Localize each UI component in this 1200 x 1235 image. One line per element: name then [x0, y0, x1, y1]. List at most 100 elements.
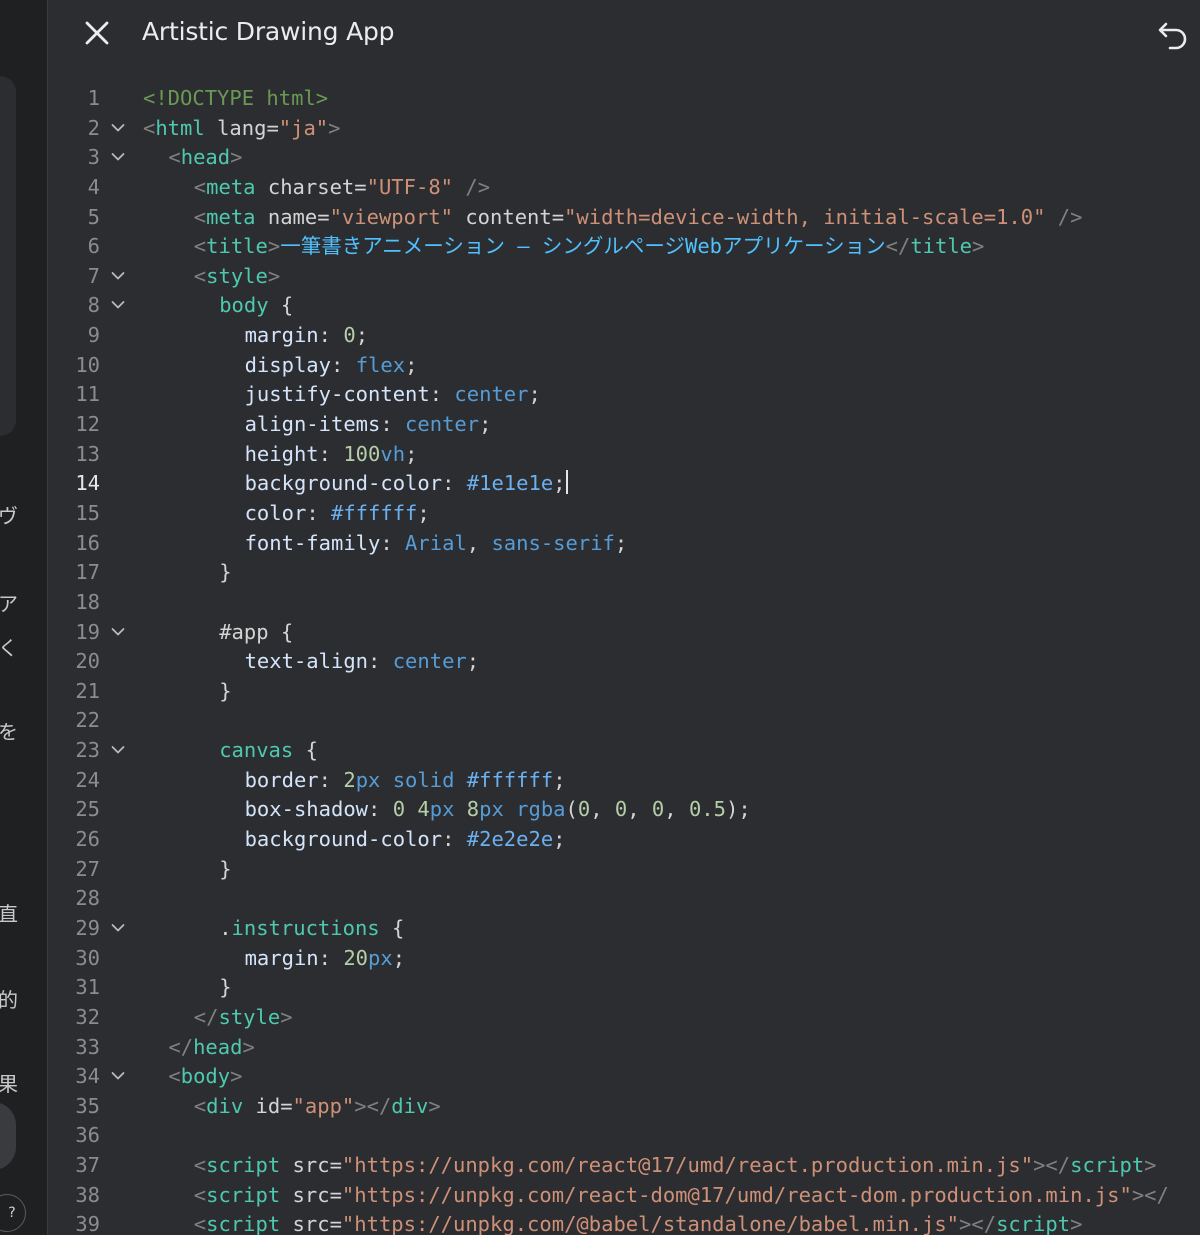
code-line[interactable]: 38 <script src="https://unpkg.com/react-d… — [48, 1181, 1200, 1211]
code-text: display: flex; — [244, 352, 418, 377]
code-text: </style> — [193, 1004, 293, 1029]
code-line[interactable]: 2 <html lang="ja"> — [48, 114, 1200, 144]
line-number: 13 — [75, 441, 100, 466]
code-line[interactable]: 31} — [48, 973, 1200, 1003]
code-text: text-align: center; — [244, 649, 480, 674]
line-number: 26 — [75, 827, 100, 852]
code-line[interactable]: 4 <meta charset="UTF-8" /> — [48, 173, 1200, 203]
code-line[interactable]: 19 #app { — [48, 618, 1200, 648]
line-number: 39 — [75, 1212, 100, 1235]
code-text: <body> — [168, 1064, 243, 1089]
line-number: 34 — [75, 1064, 100, 1089]
line-number: 23 — [75, 738, 100, 763]
code-text: body { — [219, 293, 294, 318]
line-number: 29 — [75, 915, 100, 940]
code-line[interactable]: 26 background-color: #2e2e2e; — [48, 825, 1200, 855]
code-editor[interactable]: 1 <!DOCTYPE html> 2 <html lang="ja"> 3 <head>… — [48, 84, 1200, 1235]
fold-chevron-icon[interactable] — [110, 914, 126, 943]
background-panel — [0, 76, 16, 436]
fold-chevron-icon[interactable] — [110, 618, 126, 647]
code-text: margin: 0; — [244, 323, 369, 348]
text-caret — [565, 470, 568, 495]
line-number: 30 — [75, 945, 100, 970]
line-number: 31 — [75, 975, 100, 1000]
code-text: <script src="https://unpkg.com/react-dom… — [193, 1182, 1169, 1207]
line-number: 21 — [75, 678, 100, 703]
line-number: 15 — [75, 500, 100, 525]
code-text: <script src="https://unpkg.com/react@17/… — [193, 1153, 1157, 1178]
code-text: background-color: #2e2e2e; — [244, 827, 566, 852]
code-line[interactable]: 18 — [48, 588, 1200, 618]
code-line[interactable]: 33 </head> — [48, 1033, 1200, 1063]
fold-chevron-icon[interactable] — [110, 736, 126, 765]
code-line[interactable]: 1 <!DOCTYPE html> — [48, 84, 1200, 114]
background-text-fragment: 直 — [0, 902, 18, 926]
code-line[interactable]: 8 body { — [48, 291, 1200, 321]
code-line[interactable]: 39 <script src="https://unpkg.com/@babel/… — [48, 1210, 1200, 1235]
code-text: </head> — [168, 1034, 255, 1059]
line-number: 14 — [75, 471, 100, 496]
code-line[interactable]: 16 font-family: Arial, sans-serif; — [48, 529, 1200, 559]
line-number: 12 — [75, 412, 100, 437]
code-line[interactable]: 34 <body> — [48, 1062, 1200, 1092]
line-number: 17 — [75, 560, 100, 585]
code-line[interactable]: 25 box-shadow: 0 4px 8px rgba(0, 0, 0, 0.… — [48, 795, 1200, 825]
code-line[interactable]: 24 border: 2px solid #ffffff; — [48, 766, 1200, 796]
line-number: 2 — [87, 115, 100, 140]
line-number: 6 — [87, 234, 100, 259]
line-number: 25 — [75, 797, 100, 822]
code-line[interactable]: 29 .instructions { — [48, 914, 1200, 944]
fold-chevron-icon[interactable] — [110, 1062, 126, 1091]
line-number: 10 — [75, 352, 100, 377]
fold-chevron-icon[interactable] — [110, 143, 126, 172]
fold-chevron-icon[interactable] — [110, 291, 126, 320]
code-text: color: #ffffff; — [244, 500, 430, 525]
code-line[interactable]: 35 <div id="app"></div> — [48, 1092, 1200, 1122]
code-line[interactable]: 7 <style> — [48, 262, 1200, 292]
code-text: margin: 20px; — [244, 945, 406, 970]
code-line[interactable]: 17} — [48, 558, 1200, 588]
background-page-strip: ヴ ア く を 直 的 果 ? — [0, 0, 48, 1235]
code-line[interactable]: 36 — [48, 1121, 1200, 1151]
help-button[interactable]: ? — [0, 1194, 26, 1232]
fold-chevron-icon[interactable] — [110, 114, 126, 143]
line-number: 33 — [75, 1034, 100, 1059]
code-text: <script src="https://unpkg.com/@babel/st… — [193, 1212, 1083, 1235]
code-text: <title>一筆書きアニメーション – シングルページWebアプリケーション<… — [193, 234, 985, 259]
code-line[interactable]: 12 align-items: center; — [48, 410, 1200, 440]
code-line[interactable]: 5 <meta name="viewport" content="width=de… — [48, 203, 1200, 233]
line-number: 22 — [75, 708, 100, 733]
code-line[interactable]: 15 color: #ffffff; — [48, 499, 1200, 529]
code-text: .instructions { — [219, 915, 405, 940]
undo-icon[interactable] — [1156, 16, 1190, 50]
code-line[interactable]: 30 margin: 20px; — [48, 944, 1200, 974]
code-line[interactable]: 28 — [48, 884, 1200, 914]
code-text: border: 2px solid #ffffff; — [244, 767, 566, 792]
code-line[interactable]: 13 height: 100vh; — [48, 440, 1200, 470]
code-line[interactable]: 3 <head> — [48, 143, 1200, 173]
background-round-button[interactable] — [0, 1102, 16, 1170]
code-line[interactable]: 20 text-align: center; — [48, 647, 1200, 677]
line-number: 1 — [87, 86, 100, 110]
fold-chevron-icon[interactable] — [110, 262, 126, 291]
code-line[interactable]: 9 margin: 0; — [48, 321, 1200, 351]
code-line[interactable]: 22 — [48, 706, 1200, 736]
code-line[interactable]: 27} — [48, 855, 1200, 885]
code-line[interactable]: 11 justify-content: center; — [48, 380, 1200, 410]
code-line[interactable]: 32 </style> — [48, 1003, 1200, 1033]
line-number: 32 — [75, 1004, 100, 1029]
line-number: 16 — [75, 530, 100, 555]
background-text-fragment: ヴ — [0, 504, 18, 528]
line-number: 38 — [75, 1182, 100, 1207]
line-number: 35 — [75, 1093, 100, 1118]
code-line[interactable]: 23 canvas { — [48, 736, 1200, 766]
code-text: #app { — [219, 619, 294, 644]
close-icon[interactable] — [82, 18, 112, 48]
code-line[interactable]: 14 background-color: #1e1e1e; — [48, 469, 1200, 499]
code-line[interactable]: 6 <title>一筆書きアニメーション – シングルページWebアプリケーション… — [48, 232, 1200, 262]
code-line[interactable]: 37 <script src="https://unpkg.com/react@1… — [48, 1151, 1200, 1181]
code-text: <style> — [193, 263, 281, 288]
code-line[interactable]: 10 display: flex; — [48, 351, 1200, 381]
code-text: } — [219, 560, 232, 585]
code-line[interactable]: 21} — [48, 677, 1200, 707]
